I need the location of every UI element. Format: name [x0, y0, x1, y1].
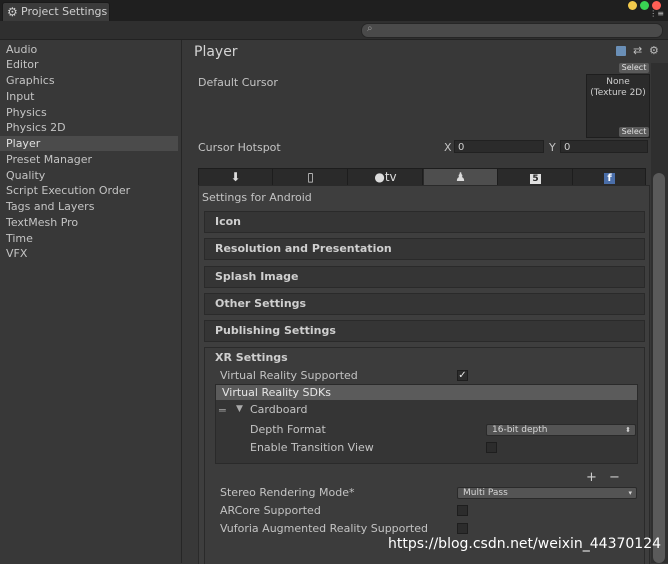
drag-handle-icon[interactable]: ═ — [219, 404, 226, 417]
sidebar-item-audio[interactable]: Audio — [0, 42, 178, 57]
tab-label: Project Settings — [21, 5, 108, 18]
stereo-mode-label: Stereo Rendering Mode* — [220, 486, 355, 499]
add-sdk-button[interactable]: + — [586, 470, 597, 485]
ios-icon[interactable]: ▯ — [274, 169, 348, 186]
scrollbar[interactable] — [651, 63, 668, 563]
stereo-mode-dropdown[interactable]: Multi Pass ▾ — [457, 487, 637, 499]
section-publishing-settings[interactable]: Publishing Settings — [204, 320, 645, 342]
settings-gear-icon[interactable]: ⚙ — [649, 44, 659, 57]
sidebar-item-tags-and-layers[interactable]: Tags and Layers — [0, 199, 178, 214]
sidebar-item-player[interactable]: Player — [0, 136, 178, 151]
search-icon: ⌕ — [367, 23, 373, 34]
toolbar: ⌕ — [0, 21, 668, 40]
sidebar-item-preset-manager[interactable]: Preset Manager — [0, 152, 178, 167]
section-icon[interactable]: Icon — [204, 211, 645, 233]
xr-settings-title[interactable]: XR Settings — [215, 351, 288, 364]
sdk-cardboard[interactable]: Cardboard — [250, 403, 308, 416]
default-cursor-label: Default Cursor — [198, 76, 278, 89]
remove-sdk-button[interactable]: − — [609, 470, 620, 485]
sidebar-item-editor[interactable]: Editor — [0, 57, 178, 72]
vr-supported-checkbox[interactable]: ✓ — [457, 370, 468, 381]
appletv-text: tv — [384, 170, 397, 184]
texture-value: None (Texture 2D) — [590, 77, 646, 98]
sidebar: Audio Editor Graphics Input Physics Phys… — [0, 40, 182, 563]
search-input[interactable]: ⌕ — [361, 23, 663, 38]
window-menu-icon[interactable]: ⋮≡ — [649, 10, 664, 18]
android-icon[interactable]: ♟ — [424, 169, 498, 186]
hotspot-x-label: X — [444, 141, 452, 154]
cursor-hotspot-label: Cursor Hotspot — [198, 141, 281, 154]
select-button[interactable]: Select — [619, 127, 649, 137]
facebook-icon[interactable]: f — [574, 169, 645, 186]
select-button-top[interactable]: Select — [619, 63, 649, 73]
arcore-checkbox[interactable] — [457, 505, 468, 516]
vuforia-label: Vuforia Augmented Reality Supported — [220, 522, 428, 535]
hotspot-y-label: Y — [549, 141, 556, 154]
vr-supported-label: Virtual Reality Supported — [220, 369, 358, 382]
depth-format-label: Depth Format — [250, 423, 326, 436]
scrollbar-thumb[interactable] — [653, 173, 665, 563]
depth-format-dropdown[interactable]: 16-bit depth ⬍ — [486, 424, 636, 436]
settings-for-label: Settings for Android — [202, 191, 312, 204]
dropdown-arrow-icon: ▾ — [628, 489, 632, 497]
appletv-icon[interactable]: ●tv — [349, 169, 423, 186]
apple-icon: ● — [374, 170, 385, 184]
standalone-icon[interactable]: ⬇ — [199, 169, 273, 186]
sidebar-item-vfx[interactable]: VFX — [0, 246, 178, 261]
minimize-button[interactable] — [628, 1, 637, 10]
sidebar-item-input[interactable]: Input — [0, 89, 178, 104]
page-title: Player — [194, 44, 238, 60]
expand-arrow-icon[interactable]: ▼ — [236, 404, 243, 414]
enable-transition-checkbox[interactable] — [486, 442, 497, 453]
arcore-label: ARCore Supported — [220, 504, 321, 517]
project-settings-tab[interactable]: ⚙ Project Settings — [2, 2, 110, 22]
sidebar-item-physics-2d[interactable]: Physics 2D — [0, 120, 178, 135]
hotspot-y-field[interactable]: 0 — [560, 140, 648, 153]
updown-arrow-icon: ⬍ — [625, 426, 631, 434]
hotspot-x-field[interactable]: 0 — [454, 140, 544, 153]
stereo-mode-value: Multi Pass — [463, 488, 508, 498]
vr-sdks-list: Virtual Reality SDKs ═ ▼ Cardboard Depth… — [215, 384, 638, 464]
default-cursor-texture-field[interactable]: Select None (Texture 2D) Select — [586, 63, 650, 138]
sidebar-item-script-execution-order[interactable]: Script Execution Order — [0, 183, 178, 198]
preset-icon[interactable]: ⇄ — [633, 44, 642, 57]
platform-settings-panel: Settings for Android Icon Resolution and… — [198, 185, 650, 564]
player-settings-panel: Player ⇄ ⚙ Default Cursor Select None (T… — [182, 40, 668, 564]
sidebar-item-physics[interactable]: Physics — [0, 105, 178, 120]
xr-settings-section: XR Settings Virtual Reality Supported ✓ … — [204, 347, 645, 564]
vuforia-checkbox[interactable] — [457, 523, 468, 534]
gear-icon: ⚙ — [7, 5, 18, 19]
section-resolution-and-presentation[interactable]: Resolution and Presentation — [204, 238, 645, 260]
section-other-settings[interactable]: Other Settings — [204, 293, 645, 315]
sidebar-item-graphics[interactable]: Graphics — [0, 73, 178, 88]
sidebar-item-time[interactable]: Time — [0, 231, 178, 246]
watermark: https://blog.csdn.net/weixin_44370124 — [388, 536, 662, 552]
html5-icon[interactable]: 5 — [499, 169, 573, 186]
sidebar-item-textmesh-pro[interactable]: TextMesh Pro — [0, 215, 178, 230]
vr-sdks-header: Virtual Reality SDKs — [216, 385, 637, 400]
maximize-button[interactable] — [640, 1, 649, 10]
section-splash-image[interactable]: Splash Image — [204, 266, 645, 288]
help-book-icon[interactable] — [616, 46, 626, 56]
enable-transition-label: Enable Transition View — [250, 441, 374, 454]
sidebar-item-quality[interactable]: Quality — [0, 168, 178, 183]
depth-format-value: 16-bit depth — [492, 425, 548, 435]
window-titlebar: ⚙ Project Settings ⋮≡ — [0, 0, 668, 22]
